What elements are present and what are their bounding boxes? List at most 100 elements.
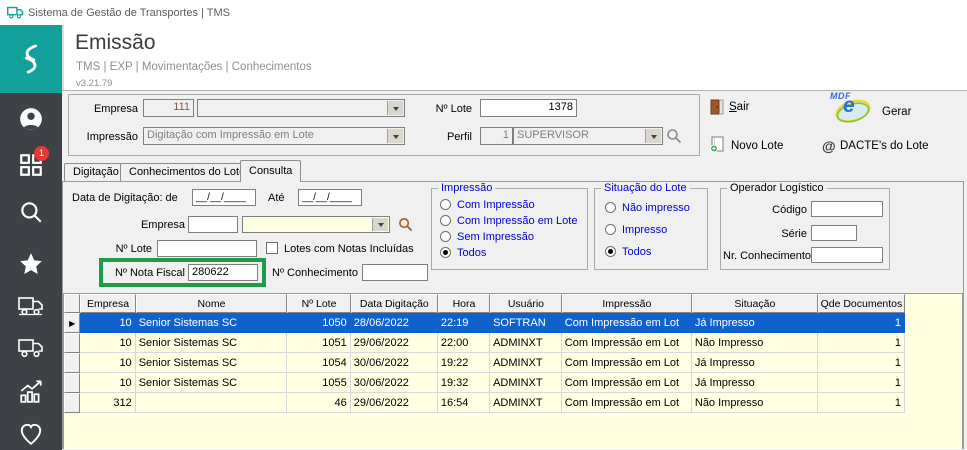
- truck-icon[interactable]: [18, 293, 44, 319]
- empresa-dropdown-button[interactable]: [387, 101, 403, 115]
- row-selector[interactable]: [64, 393, 80, 413]
- app-truck-icon: [7, 5, 24, 20]
- lote-field[interactable]: 1378: [480, 99, 577, 117]
- serie-field[interactable]: [811, 225, 857, 241]
- row-selector[interactable]: ▶: [64, 313, 80, 333]
- perfil-dropdown-button[interactable]: [645, 129, 661, 143]
- filter-lote-field[interactable]: [157, 240, 257, 257]
- tab-consulta[interactable]: Consulta: [240, 160, 301, 182]
- filter-empresa-search-icon[interactable]: [398, 217, 413, 232]
- table-row[interactable]: 10 Senior Sistemas SC 1051 29/06/2022 22…: [64, 333, 905, 353]
- empresa-name-combobox[interactable]: [197, 99, 405, 117]
- perfil-code-field[interactable]: 1: [480, 127, 513, 145]
- table-row[interactable]: ▶ 10 Senior Sistemas SC 1050 28/06/2022 …: [64, 313, 905, 333]
- lotes-notas-checkbox-label[interactable]: Lotes com Notas Incluídas: [284, 243, 414, 256]
- radio-nao-impresso[interactable]: [605, 202, 616, 213]
- radio-sem-impressao-label[interactable]: Sem Impressão: [457, 231, 534, 244]
- table-row[interactable]: 312 46 29/06/2022 16:54 ADMINXT Com Impr…: [64, 393, 905, 413]
- radio-com-impressao[interactable]: [440, 199, 451, 210]
- brand-s-icon: [17, 40, 45, 78]
- tab-conhecimentos-do-lote[interactable]: Conhecimentos do Lote: [120, 163, 254, 181]
- dacte-button[interactable]: DACTE's do Lote: [840, 140, 929, 152]
- filter-empresa-dropdown-button[interactable]: [372, 218, 388, 231]
- impressao-groupbox: Impressão Com Impressão Com Impressão em…: [431, 188, 588, 270]
- conhecimento-field[interactable]: [362, 264, 428, 281]
- cell-usuario: ADMINXT: [490, 393, 562, 413]
- user-icon[interactable]: [18, 106, 44, 132]
- col-qde-documentos[interactable]: Qde Documentos: [818, 294, 905, 313]
- data-de-field[interactable]: __/__/____: [192, 189, 256, 206]
- radio-nao-impresso-label[interactable]: Não impresso: [622, 202, 690, 215]
- cell-impressao: Com Impressão em Lot: [562, 393, 692, 413]
- col-situacao[interactable]: Situação: [692, 294, 818, 313]
- row-selector[interactable]: [64, 353, 80, 373]
- heart-icon[interactable]: [18, 421, 44, 447]
- lotes-notas-checkbox[interactable]: [266, 242, 278, 254]
- impressao-dropdown-button[interactable]: [387, 129, 403, 143]
- impressao-combobox[interactable]: Digitação com Impressão em Lote: [143, 127, 405, 145]
- mdfe-logo[interactable]: MDF e: [830, 93, 876, 125]
- nr-conhecimento-label: Nr. Conhecimento: [723, 250, 807, 263]
- row-selector[interactable]: [64, 333, 80, 353]
- cell-situacao: Não Impresso: [692, 393, 818, 413]
- perfil-search-icon[interactable]: [666, 128, 682, 144]
- exit-door-icon[interactable]: [710, 99, 724, 115]
- col-impressao[interactable]: Impressão: [562, 294, 692, 313]
- row-selector[interactable]: [64, 373, 80, 393]
- cell-impressao: Com Impressão em Lot: [562, 313, 692, 333]
- results-table: Empresa Nome Nº Lote Data Digitação Hora…: [64, 294, 905, 413]
- table-row[interactable]: 10 Senior Sistemas SC 1054 30/06/2022 19…: [64, 353, 905, 373]
- radio-impresso[interactable]: [605, 224, 616, 235]
- col-empresa[interactable]: Empresa: [80, 294, 135, 313]
- filter-empresa-code-field[interactable]: [188, 216, 238, 233]
- radio-com-impressao-em-lote-label[interactable]: Com Impressão em Lote: [457, 215, 577, 228]
- cell-empresa: 10: [80, 373, 135, 393]
- cell-nome: Senior Sistemas SC: [136, 313, 288, 333]
- version-label: v3.21.79: [76, 77, 112, 90]
- cell-usuario: SOFTRAN: [490, 313, 562, 333]
- radio-impresso-label[interactable]: Impresso: [622, 224, 667, 237]
- radio-impressao-todos-label[interactable]: Todos: [457, 247, 486, 260]
- cell-qde: 1: [818, 373, 905, 393]
- radio-situacao-todos-label[interactable]: Todos: [622, 246, 651, 259]
- radio-com-impressao-em-lote[interactable]: [440, 215, 451, 226]
- nr-conhecimento-field[interactable]: [811, 247, 883, 263]
- search-icon[interactable]: [18, 199, 44, 225]
- novo-lote-button[interactable]: Novo Lote: [731, 140, 783, 152]
- col-nome[interactable]: Nome: [136, 294, 288, 313]
- cell-impressao: Com Impressão em Lot: [562, 353, 692, 373]
- empresa-code-field[interactable]: 111: [143, 99, 194, 117]
- cell-hora: 19:22: [438, 353, 490, 373]
- serie-label: Série: [731, 228, 807, 241]
- empresa-label: Empresa: [68, 103, 138, 116]
- truck-2-icon[interactable]: [18, 335, 44, 361]
- novo-lote-icon[interactable]: [709, 136, 725, 153]
- star-icon[interactable]: [18, 251, 44, 277]
- cell-data: 30/06/2022: [351, 353, 438, 373]
- codigo-field[interactable]: [811, 201, 883, 217]
- col-usuario[interactable]: Usuário: [490, 294, 562, 313]
- radio-com-impressao-label[interactable]: Com Impressão: [457, 199, 535, 212]
- dacte-at-icon[interactable]: @: [822, 138, 836, 154]
- table-row[interactable]: 10 Senior Sistemas SC 1055 30/06/2022 19…: [64, 373, 905, 393]
- radio-impressao-todos[interactable]: [440, 247, 451, 258]
- radio-situacao-todos[interactable]: [605, 246, 616, 257]
- cell-hora: 22:00: [438, 333, 490, 353]
- cell-lote: 46: [287, 393, 351, 413]
- perfil-combobox[interactable]: SUPERVISOR: [513, 127, 663, 145]
- selector-column-header: [64, 294, 80, 313]
- filter-empresa-combobox[interactable]: [242, 216, 390, 233]
- sidebar-logo-block: [0, 25, 62, 93]
- col-hora[interactable]: Hora: [438, 294, 490, 313]
- tab-digitacao[interactable]: Digitação: [64, 163, 128, 181]
- col-data-digitacao[interactable]: Data Digitação: [351, 294, 438, 313]
- chart-icon[interactable]: [18, 378, 44, 404]
- col-lote[interactable]: Nº Lote: [287, 294, 351, 313]
- data-ate-field[interactable]: __/__/____: [298, 189, 362, 206]
- cell-data: 29/06/2022: [351, 393, 438, 413]
- conhecimento-label: Nº Conhecimento: [272, 267, 358, 280]
- notification-badge[interactable]: 1: [34, 146, 49, 161]
- gerar-button[interactable]: Gerar: [882, 106, 911, 118]
- radio-sem-impressao[interactable]: [440, 231, 451, 242]
- sair-button[interactable]: Sair: [729, 101, 749, 113]
